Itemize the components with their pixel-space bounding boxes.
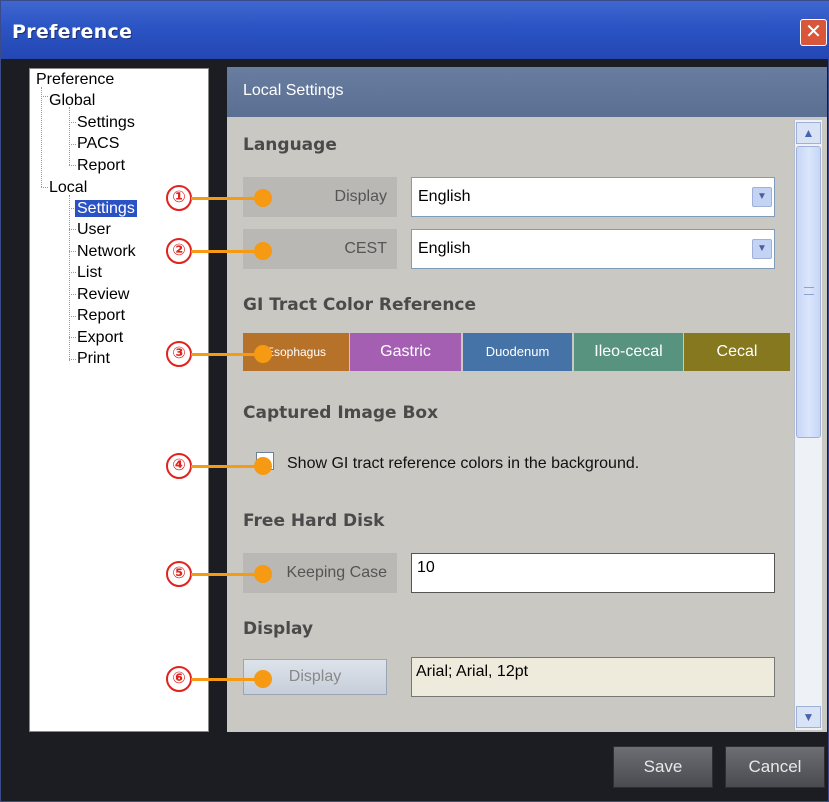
save-button[interactable]: Save	[613, 746, 713, 788]
tree-item-list[interactable]: List	[77, 264, 102, 282]
tree-item-global-settings[interactable]: Settings	[77, 114, 135, 132]
display-section-title: Display	[243, 619, 314, 639]
display-font-value: Arial; Arial, 12pt	[411, 657, 775, 697]
display-language-value: English	[418, 188, 471, 205]
callout-3: ③	[166, 341, 192, 367]
callout-4-dot	[254, 457, 272, 475]
scroll-thumb[interactable]	[796, 146, 821, 438]
scroll-down-icon[interactable]: ▼	[796, 706, 821, 728]
tree-item-local-settings[interactable]: Settings	[75, 200, 137, 218]
keeping-case-input[interactable]: 10	[411, 553, 775, 593]
cancel-button[interactable]: Cancel	[725, 746, 825, 788]
gastric-color-button[interactable]: Gastric	[350, 333, 461, 371]
scroll-up-icon[interactable]: ▲	[796, 122, 821, 144]
tree-item-global-report[interactable]: Report	[77, 157, 125, 175]
callout-3-dot	[254, 345, 272, 363]
tree-item-review[interactable]: Review	[77, 286, 129, 304]
callout-5-dot	[254, 565, 272, 583]
callout-1-dot	[254, 189, 272, 207]
tree-item-pacs[interactable]: PACS	[77, 135, 119, 153]
gi-tract-section-title: GI Tract Color Reference	[243, 295, 477, 315]
gi-background-checkbox-label[interactable]: Show GI tract reference colors in the ba…	[287, 455, 639, 473]
callout-4: ④	[166, 453, 192, 479]
chevron-down-icon[interactable]: ▼	[752, 239, 772, 259]
display-language-select[interactable]: English ▼	[411, 177, 775, 217]
callout-6: ⑥	[166, 666, 192, 692]
callout-1: ①	[166, 185, 192, 211]
vertical-scrollbar[interactable]: ▲ ▼	[794, 120, 822, 730]
callout-5: ⑤	[166, 561, 192, 587]
tree-item-local[interactable]: Local	[49, 179, 87, 197]
ileo-cecal-color-button[interactable]: Ileo-cecal	[574, 333, 683, 371]
chevron-down-icon[interactable]: ▼	[752, 187, 772, 207]
language-section-title: Language	[243, 135, 337, 155]
captured-image-section-title: Captured Image Box	[243, 403, 439, 423]
callout-2-dot	[254, 242, 272, 260]
free-disk-section-title: Free Hard Disk	[243, 511, 385, 531]
callout-6-dot	[254, 670, 272, 688]
close-button[interactable]: ✕	[800, 19, 827, 46]
title-bar[interactable]: Preference ✕	[1, 1, 829, 59]
callout-2: ②	[166, 238, 192, 264]
tree-item-export[interactable]: Export	[77, 329, 123, 347]
tree-item-preference[interactable]: Preference	[36, 71, 114, 89]
panel-header: Local Settings	[227, 67, 827, 117]
tree-item-global[interactable]: Global	[49, 92, 95, 110]
preference-window: Preference ✕ Preference Global Settings …	[0, 0, 829, 802]
cest-language-value: English	[418, 240, 471, 257]
duodenum-color-button[interactable]: Duodenum	[463, 333, 572, 371]
tree-item-print[interactable]: Print	[77, 350, 110, 368]
tree-item-local-report[interactable]: Report	[77, 307, 125, 325]
tree-item-network[interactable]: Network	[77, 243, 136, 261]
cecal-color-button[interactable]: Cecal	[684, 333, 790, 371]
preference-tree: Preference Global Settings PACS Report L…	[29, 68, 209, 732]
window-title: Preference	[12, 21, 133, 43]
cest-language-select[interactable]: English ▼	[411, 229, 775, 269]
local-settings-panel: Local Settings ▲ ▼ Language Display Engl…	[227, 67, 827, 732]
tree-item-user[interactable]: User	[77, 221, 111, 239]
